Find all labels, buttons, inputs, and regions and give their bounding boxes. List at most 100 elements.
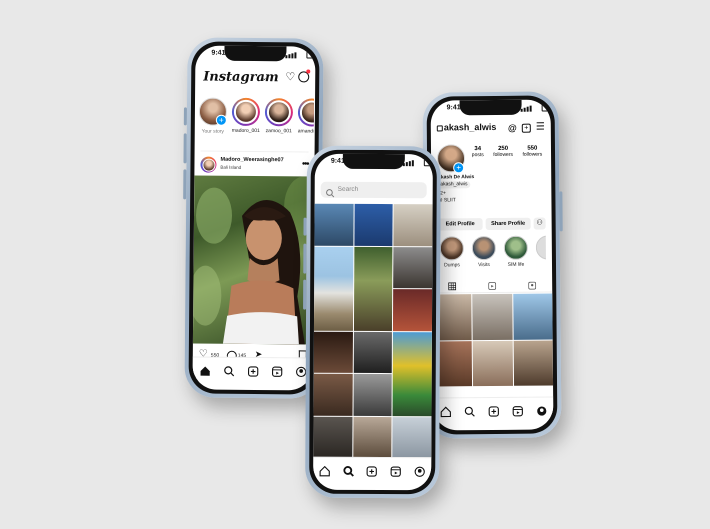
explore-tile[interactable] (353, 373, 393, 416)
create-icon[interactable] (485, 403, 501, 419)
search-icon (326, 185, 335, 203)
highlight-item[interactable]: SIM life (503, 235, 528, 276)
story-ring (297, 98, 315, 127)
story-label: madoro_001 (231, 127, 260, 135)
avatar (299, 100, 315, 125)
status-time: 9:41 (446, 104, 461, 112)
side-button (183, 107, 187, 126)
home-icon[interactable] (317, 463, 333, 479)
add-story-icon[interactable]: + (453, 162, 465, 174)
side-button (303, 217, 307, 236)
threads-icon[interactable]: @ (508, 123, 517, 133)
explore-tile[interactable] (392, 331, 432, 416)
side-button (559, 191, 563, 232)
side-button (183, 169, 187, 200)
explore-tile[interactable] (313, 246, 354, 331)
post-location[interactable]: Bali Island (220, 165, 241, 170)
bio-line: @ SLIIT (437, 197, 456, 204)
profile-icon[interactable] (533, 403, 549, 419)
profile-photo-grid (432, 293, 554, 387)
profile-username[interactable]: akash_alwis (444, 122, 497, 132)
phone-right: 9:41 akash_alwis @ + ☰ + 34 posts 250 fo… (422, 91, 563, 439)
notch (224, 45, 287, 62)
reels-icon[interactable] (269, 363, 285, 379)
explore-tile[interactable] (393, 204, 433, 246)
explore-tile[interactable] (313, 331, 353, 373)
grid-photo[interactable] (513, 339, 554, 386)
highlight-cover (503, 235, 528, 260)
phone-bezel: 9:41 akash_alwis @ + ☰ + 34 posts 250 fo… (426, 95, 558, 435)
explore-tile[interactable] (313, 416, 353, 458)
reels-icon[interactable] (488, 277, 497, 295)
reels-icon[interactable] (388, 463, 404, 479)
phone-bezel: 9:41 Instagram ⌄ ♡ + Your story madoro_0… (188, 41, 320, 395)
highlight-item[interactable] (535, 235, 547, 276)
explore-tile[interactable] (354, 203, 393, 246)
battery-icon (423, 159, 433, 167)
screen-explore: 9:41 Search (313, 153, 433, 491)
stat-label: followers (493, 151, 514, 158)
story-item[interactable]: zamoo_001 (264, 98, 294, 148)
highlight-item[interactable]: Visits (471, 235, 496, 276)
grid-icon[interactable] (448, 277, 457, 295)
story-ring[interactable] (200, 156, 217, 173)
create-icon[interactable] (364, 463, 380, 479)
stat-following[interactable]: 550 followers (522, 146, 542, 158)
profile-header: akash_alwis @ + ☰ (436, 122, 545, 137)
explore-tile[interactable] (313, 373, 353, 416)
reels-icon[interactable] (509, 403, 525, 419)
instagram-logo[interactable]: Instagram (203, 70, 279, 86)
battery-icon (306, 51, 316, 59)
add-story-icon[interactable]: + (215, 114, 227, 126)
create-icon[interactable] (245, 363, 261, 379)
menu-icon[interactable]: ☰ (536, 122, 545, 133)
grid-photo[interactable] (472, 293, 513, 340)
phone-middle: 9:41 Search (303, 145, 441, 499)
search-icon[interactable] (341, 463, 357, 479)
explore-tile[interactable] (353, 331, 393, 374)
lock-icon (436, 125, 443, 132)
story-label: Your story (201, 128, 224, 135)
stat-posts[interactable]: 34 posts (472, 146, 484, 158)
post-username[interactable]: Madoro_Weerasinghe07 (220, 157, 283, 164)
explore-tile[interactable] (314, 203, 354, 246)
profile-stats: 34 posts 250 followers 550 followers (467, 146, 547, 159)
search-bar[interactable]: Search (320, 181, 427, 199)
stat-followers[interactable]: 250 followers (493, 146, 513, 158)
explore-tile[interactable] (393, 246, 433, 289)
highlight-cover (535, 235, 547, 260)
post-image[interactable] (192, 175, 315, 345)
story-item[interactable]: + Your story (198, 97, 228, 148)
tagged-icon[interactable] (528, 277, 537, 295)
explore-tile[interactable] (393, 289, 433, 331)
avatar (233, 99, 259, 125)
edit-profile-button[interactable]: Edit Profile (437, 218, 483, 231)
heart-icon[interactable]: ♡ (285, 70, 295, 83)
grid-photo[interactable] (472, 340, 513, 387)
add-person-icon[interactable]: ⚇ (533, 217, 546, 230)
bottom-tab-bar (433, 396, 554, 425)
screen-home-feed: 9:41 Instagram ⌄ ♡ + Your story madoro_0… (192, 45, 316, 391)
home-icon[interactable] (437, 403, 453, 419)
highlight-item[interactable]: Dumps (439, 236, 464, 276)
create-icon[interactable]: + (521, 123, 531, 133)
share-profile-button[interactable]: Share Profile (485, 217, 531, 231)
chevron-down-icon[interactable]: ⌄ (261, 74, 267, 82)
status-time: 9:41 (211, 49, 226, 57)
profile-icon[interactable] (411, 463, 427, 479)
story-item[interactable]: amandi (297, 98, 315, 148)
explore-tile[interactable] (352, 416, 392, 459)
highlights-row: Dumps Visits SIM life (439, 235, 552, 276)
search-icon[interactable] (221, 363, 237, 379)
grid-photo[interactable] (512, 293, 553, 340)
explore-tile[interactable] (392, 416, 432, 459)
explore-tile[interactable] (353, 246, 393, 331)
home-icon[interactable] (197, 363, 213, 379)
notification-dot (306, 69, 311, 74)
story-item[interactable]: madoro_001 (231, 97, 261, 148)
signal-icon (520, 105, 539, 112)
story-ring (231, 97, 261, 127)
threads-handle[interactable]: akash_alwis (437, 181, 471, 189)
search-placeholder: Search (337, 185, 359, 193)
search-icon[interactable] (461, 403, 477, 419)
